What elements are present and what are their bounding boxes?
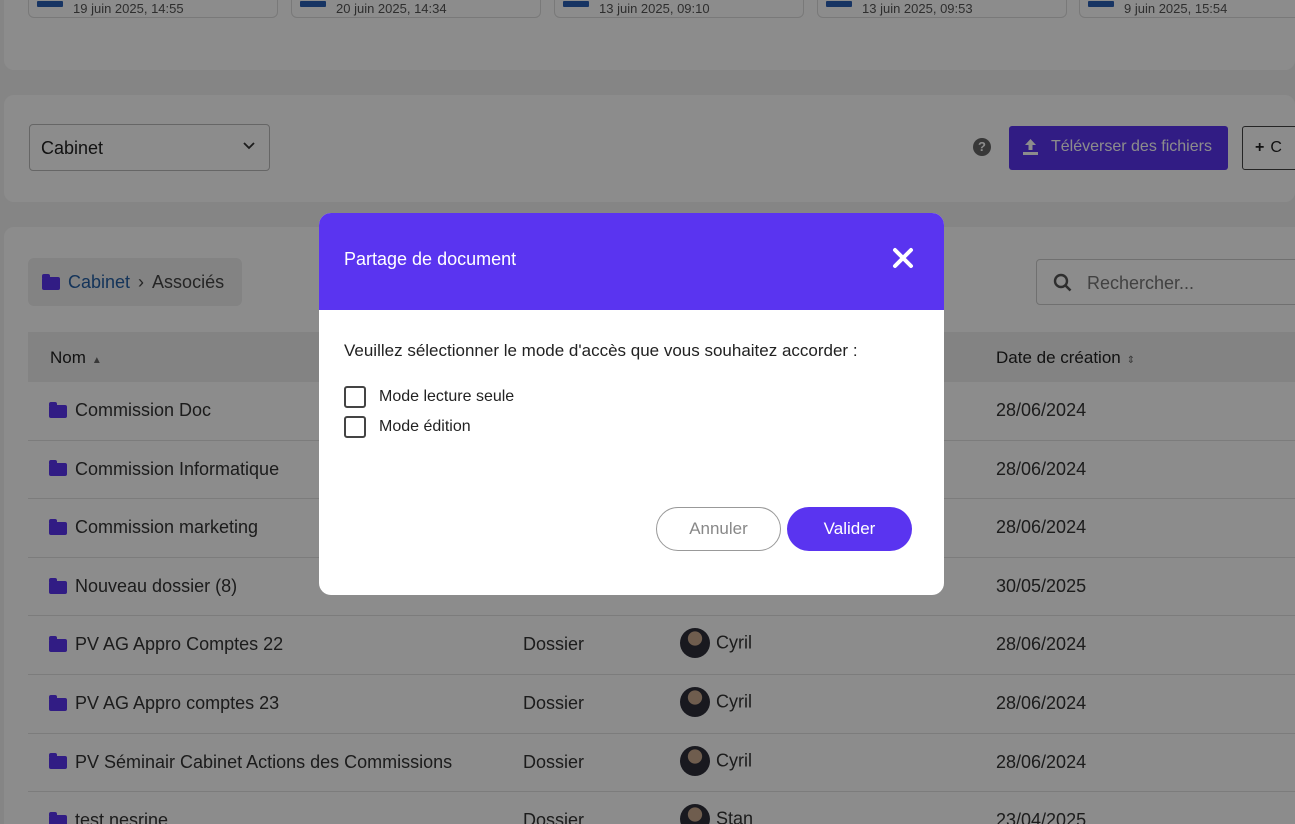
- read-only-option[interactable]: Mode lecture seule: [344, 382, 944, 412]
- read-only-label: Mode lecture seule: [379, 388, 515, 405]
- validate-button[interactable]: Valider: [787, 507, 912, 551]
- edit-label: Mode édition: [379, 418, 471, 435]
- dialog-prompt: Veuillez sélectionner le mode d'accès qu…: [344, 341, 858, 360]
- dialog-title: Partage de document: [344, 249, 517, 269]
- edit-option[interactable]: Mode édition: [344, 412, 944, 442]
- cancel-button[interactable]: Annuler: [656, 507, 781, 551]
- edit-checkbox[interactable]: [344, 416, 366, 438]
- read-only-checkbox[interactable]: [344, 386, 366, 408]
- close-icon[interactable]: [892, 247, 914, 269]
- share-document-dialog: Partage de document Veuillez sélectionne…: [319, 213, 944, 595]
- dialog-header: Partage de document: [319, 213, 944, 310]
- dialog-body: Veuillez sélectionner le mode d'accès qu…: [319, 310, 944, 442]
